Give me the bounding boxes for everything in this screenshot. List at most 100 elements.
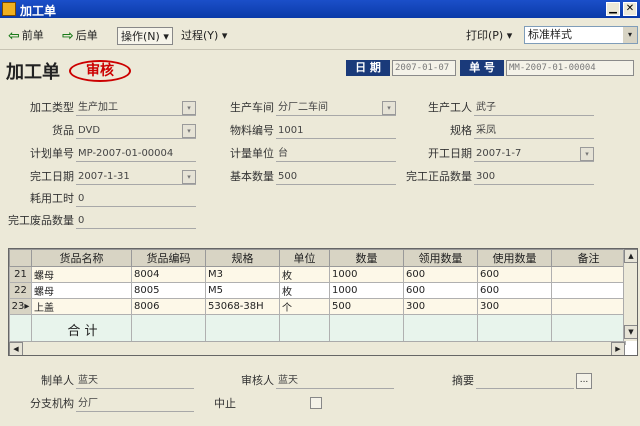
table-cell[interactable]: M5 [205, 282, 280, 299]
column-header[interactable]: 单位 [279, 249, 330, 267]
row-number: 21 [9, 266, 32, 283]
horizontal-scrollbar[interactable]: ◀ ▶ [9, 341, 625, 355]
chevron-down-icon: ▾ [221, 29, 228, 42]
next-label: 后单 [75, 29, 98, 42]
table-row[interactable]: 23▸ 上盖 8006 53068-38H 个 500 300 300 [9, 298, 626, 315]
table-cell[interactable]: 8005 [131, 282, 206, 299]
table-cell[interactable]: 53068-38H [205, 298, 280, 315]
table-cell[interactable]: 1000 [329, 282, 404, 299]
table-cell [205, 314, 280, 345]
chevron-down-icon[interactable]: ▾ [182, 170, 196, 184]
table-cell [279, 314, 330, 345]
hours-field[interactable]: 0 [76, 191, 196, 207]
table-cell[interactable]: 600 [477, 266, 552, 283]
branch-field[interactable]: 分厂 [76, 396, 194, 412]
summary-field[interactable] [476, 373, 574, 389]
table-cell[interactable] [551, 266, 626, 283]
chevron-down-icon: ▾ [506, 29, 513, 42]
summary-more-button[interactable]: ... [576, 373, 592, 389]
table-cell[interactable]: 个 [279, 298, 330, 315]
scroll-right-icon[interactable]: ▶ [611, 342, 625, 355]
table-cell[interactable]: 螺母 [31, 282, 132, 299]
table-cell[interactable]: 1000 [329, 266, 404, 283]
scroll-down-icon[interactable]: ▼ [624, 325, 637, 339]
row-number: 23▸ [9, 298, 32, 315]
process-label: 过程(Y) [181, 29, 219, 42]
good-qty-field[interactable]: 300 [474, 169, 594, 185]
chevron-down-icon[interactable]: ▾ [182, 124, 196, 138]
next-button[interactable]: ⇨ 后单 [62, 27, 98, 45]
material-no-field[interactable]: 1001 [276, 123, 396, 139]
table-cell[interactable]: 枚 [279, 266, 330, 283]
chevron-down-icon[interactable]: ▾ [182, 101, 196, 115]
finish-date-label: 完工日期 [30, 170, 74, 183]
scroll-up-icon[interactable]: ▲ [624, 249, 637, 263]
operate-menu[interactable]: 操作(N) ▾ [117, 27, 173, 45]
waste-qty-field[interactable]: 0 [76, 213, 196, 229]
column-header[interactable]: 备注 [551, 249, 626, 267]
style-select[interactable]: 标准样式 ▾ [524, 26, 638, 44]
proc-type-label: 加工类型 [30, 101, 74, 114]
close-button[interactable]: ✕ [623, 2, 637, 16]
stop-checkbox[interactable] [310, 397, 322, 409]
workshop-field[interactable]: 分厂二车间 ▾ [276, 100, 396, 116]
table-row[interactable]: 21 螺母 8004 M3 枚 1000 600 600 [9, 266, 626, 283]
table-cell[interactable]: 600 [403, 282, 478, 299]
table-cell[interactable]: 300 [403, 298, 478, 315]
goods-value: DVD [78, 125, 101, 136]
worker-value: 武子 [476, 102, 496, 113]
row-number: 22 [9, 282, 32, 299]
table-cell[interactable] [551, 282, 626, 299]
chevron-down-icon[interactable]: ▾ [382, 101, 396, 115]
workshop-label: 生产车间 [230, 101, 274, 114]
table-cell[interactable] [551, 298, 626, 315]
column-header[interactable]: 货品名称 [31, 249, 132, 267]
start-date-label: 开工日期 [428, 147, 472, 160]
table-cell[interactable]: 8006 [131, 298, 206, 315]
base-qty-field[interactable]: 500 [276, 169, 396, 185]
table-cell[interactable]: 500 [329, 298, 404, 315]
chevron-down-icon[interactable]: ▾ [580, 147, 594, 161]
unit-label: 计量单位 [230, 147, 274, 160]
table-header-row: 货品名称 货品编码 规格 单位 数量 领用数量 使用数量 备注 [9, 249, 626, 267]
date-field[interactable]: 2007-01-07 [392, 60, 456, 76]
reviewer-field[interactable]: 蓝天 [276, 373, 394, 389]
vertical-scrollbar[interactable]: ▲ ▼ [623, 249, 637, 341]
unit-field[interactable]: 台 [276, 146, 396, 162]
prev-button[interactable]: ⇦ 前单 [8, 27, 44, 45]
window-title: 加工单 [20, 4, 57, 18]
spec-field[interactable]: 采凤 [474, 123, 594, 139]
table-cell[interactable]: 600 [477, 282, 552, 299]
column-header[interactable]: 使用数量 [477, 249, 552, 267]
print-menu[interactable]: 打印(P) ▾ [466, 27, 512, 45]
start-date-value: 2007-1-7 [476, 148, 522, 159]
column-header[interactable]: 货品编码 [131, 249, 206, 267]
goods-field[interactable]: DVD ▾ [76, 123, 196, 139]
finish-date-field[interactable]: 2007-1-31 ▾ [76, 169, 196, 185]
print-label: 打印(P) [466, 29, 504, 42]
row-number-header [9, 249, 32, 267]
table-cell[interactable]: 上盖 [31, 298, 132, 315]
table-row[interactable]: 22 螺母 8005 M5 枚 1000 600 600 [9, 282, 626, 299]
plan-no-field[interactable]: MP-2007-01-00004 [76, 146, 196, 162]
worker-field[interactable]: 武子 [474, 100, 594, 116]
table-cell[interactable]: 600 [403, 266, 478, 283]
column-header[interactable]: 数量 [329, 249, 404, 267]
items-grid[interactable]: 货品名称 货品编码 规格 单位 数量 领用数量 使用数量 备注 21 螺母 80… [8, 248, 638, 356]
start-date-field[interactable]: 2007-1-7 ▾ [474, 146, 594, 162]
table-cell[interactable]: 螺母 [31, 266, 132, 283]
table-cell[interactable]: M3 [205, 266, 280, 283]
proc-type-field[interactable]: 生产加工 ▾ [76, 100, 196, 116]
minimize-button[interactable]: ▁ [606, 2, 620, 16]
process-menu[interactable]: 过程(Y) ▾ [181, 27, 227, 45]
column-header[interactable]: 领用数量 [403, 249, 478, 267]
chevron-down-icon: ▾ [163, 30, 169, 43]
number-field[interactable]: MM-2007-01-00004 [506, 60, 634, 76]
table-cell[interactable]: 8004 [131, 266, 206, 283]
scroll-left-icon[interactable]: ◀ [9, 342, 23, 355]
maker-field[interactable]: 蓝天 [76, 373, 194, 389]
column-header[interactable]: 规格 [205, 249, 280, 267]
stop-label: 中止 [214, 397, 236, 410]
table-cell[interactable]: 300 [477, 298, 552, 315]
table-cell[interactable]: 枚 [279, 282, 330, 299]
